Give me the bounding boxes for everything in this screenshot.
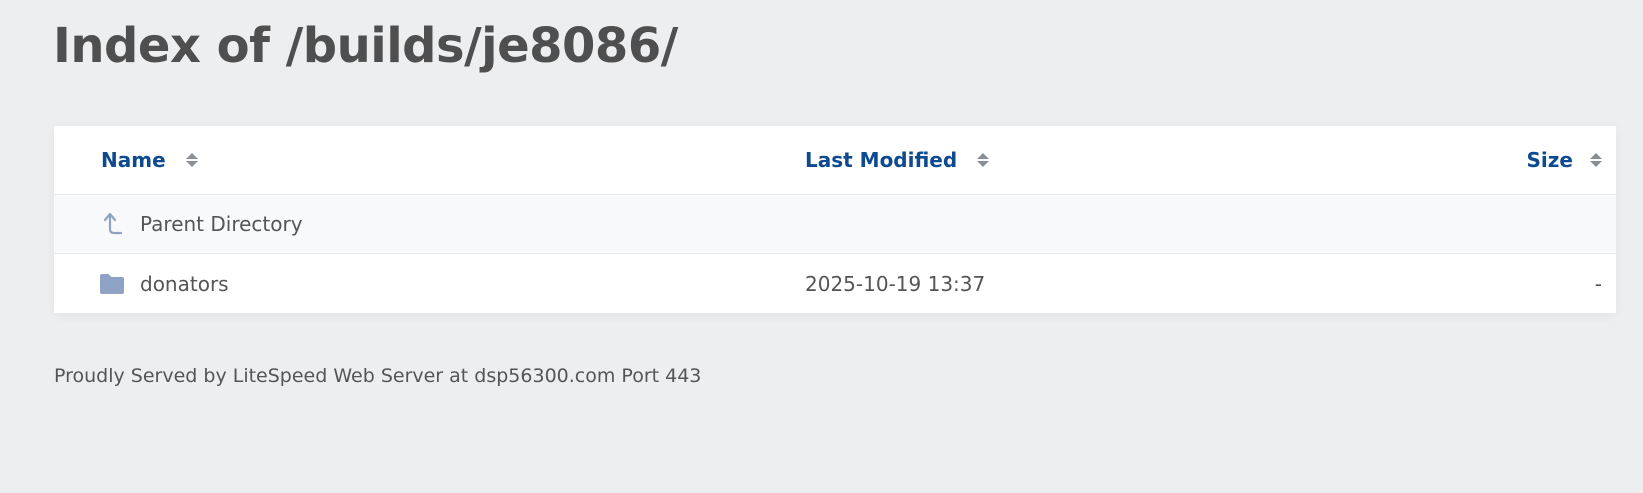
parent-directory-row: Parent Directory	[54, 195, 1616, 254]
sort-icon	[1590, 153, 1602, 167]
parent-directory-label: Parent Directory	[140, 212, 303, 236]
folder-link-donators[interactable]: donators	[99, 271, 229, 297]
parent-directory-link[interactable]: Parent Directory	[99, 211, 303, 237]
size-value: -	[1594, 271, 1602, 296]
name-column-header: Name	[101, 148, 166, 172]
last-modified-column-header: Last Modified	[805, 148, 958, 172]
entry-name: donators	[140, 271, 229, 296]
table-header-row: Name Last Modified Size	[54, 126, 1616, 195]
server-footer: Proudly Served by LiteSpeed Web Server a…	[54, 365, 702, 387]
size-column-header: Size	[1526, 148, 1573, 172]
arrow-up-icon	[99, 211, 125, 237]
sort-by-name-link[interactable]: Name	[101, 148, 198, 172]
directory-listing-table: Name Last Modified Size Parent Directory…	[54, 126, 1616, 313]
sort-by-last-modified-link[interactable]: Last Modified	[805, 148, 990, 172]
page-title: Index of /builds/je8086/	[53, 18, 678, 74]
last-modified-value: 2025-10-19 13:37	[805, 271, 986, 296]
folder-icon	[99, 271, 125, 297]
sort-icon	[185, 153, 198, 167]
table-row: donators 2025-10-19 13:37 -	[54, 254, 1616, 313]
sort-icon	[977, 153, 990, 167]
sort-by-size-link[interactable]: Size	[1527, 148, 1602, 172]
